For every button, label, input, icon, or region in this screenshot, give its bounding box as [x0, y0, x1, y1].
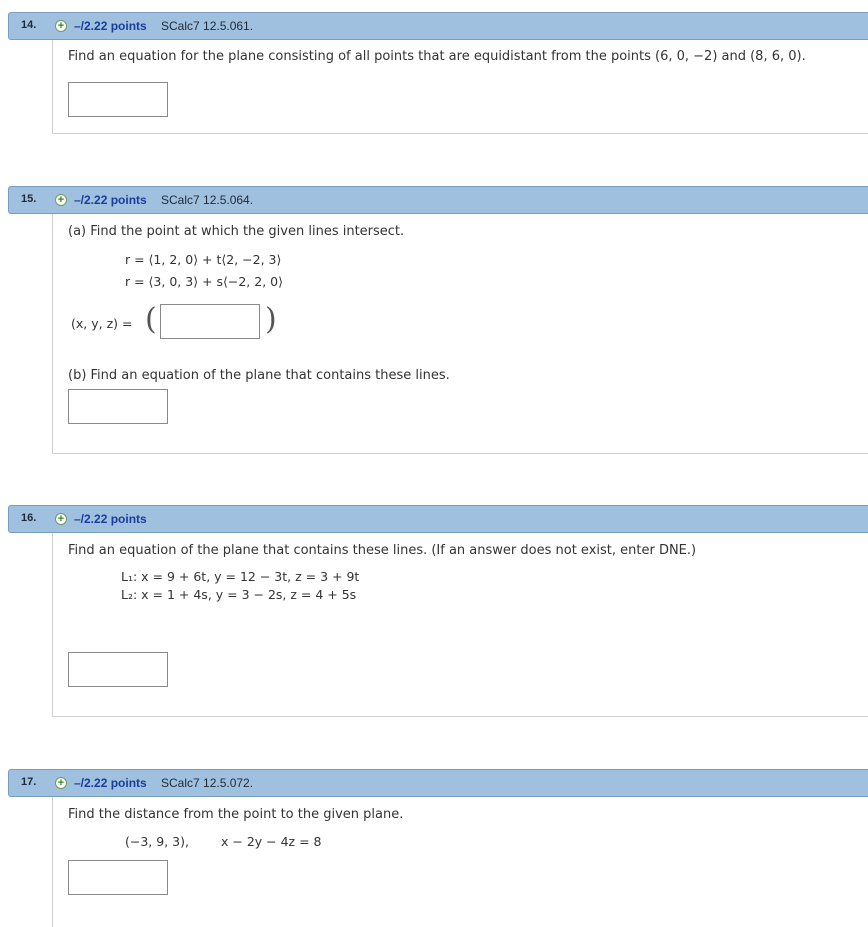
question-header: 15. + –/2.22 points SCalc7 12.5.064.: [8, 186, 868, 214]
points-link[interactable]: –/2.22 points: [74, 193, 147, 207]
question-body: Find an equation for the plane consistin…: [52, 40, 868, 134]
answer-input[interactable]: [68, 82, 168, 117]
part-b-prompt: (b) Find an equation of the plane that c…: [68, 368, 450, 383]
points-link[interactable]: –/2.22 points: [74, 512, 147, 526]
line-1-equation: r = ⟨1, 2, 0⟩ + t⟨2, −2, 3⟩: [125, 252, 282, 267]
given-point: (−3, 9, 3),: [125, 834, 189, 849]
line-2-equation: r = ⟨3, 0, 3⟩ + s⟨−2, 2, 0⟩: [125, 274, 283, 289]
left-paren: (: [145, 302, 157, 337]
question-header: 17. + –/2.22 points SCalc7 12.5.072.: [8, 769, 868, 797]
question-header: 14. + –/2.22 points SCalc7 12.5.061.: [8, 12, 868, 40]
points-link[interactable]: –/2.22 points: [74, 776, 147, 790]
question-number: 15.: [21, 193, 37, 205]
question-header: 16. + –/2.22 points: [8, 505, 868, 533]
points-link[interactable]: –/2.22 points: [74, 19, 147, 33]
question-prompt: Find an equation of the plane that conta…: [68, 543, 697, 558]
plus-circle-icon[interactable]: +: [55, 194, 67, 206]
plus-circle-icon[interactable]: +: [55, 513, 67, 525]
answer-input[interactable]: [68, 652, 168, 687]
plus-circle-icon[interactable]: +: [55, 20, 67, 32]
question-prompt: Find the distance from the point to the …: [68, 807, 404, 822]
question-number: 16.: [21, 512, 37, 524]
question-number: 17.: [21, 776, 37, 788]
right-paren: ): [265, 302, 277, 337]
line-l1-equation: L₁: x = 9 + 6t, y = 12 − 3t, z = 3 + 9t: [121, 569, 360, 584]
question-source: SCalc7 12.5.072.: [161, 776, 254, 790]
answer-input[interactable]: [68, 860, 168, 895]
question-body: Find the distance from the point to the …: [52, 797, 868, 927]
given-plane: x − 2y − 4z = 8: [221, 834, 322, 849]
question-source: SCalc7 12.5.061.: [161, 19, 254, 33]
part-a-prompt: (a) Find the point at which the given li…: [68, 224, 405, 239]
line-l2-equation: L₂: x = 1 + 4s, y = 3 − 2s, z = 4 + 5s: [121, 587, 357, 602]
question-body: Find an equation of the plane that conta…: [52, 533, 868, 717]
plane-answer-input[interactable]: [68, 389, 168, 424]
question-source: SCalc7 12.5.064.: [161, 193, 254, 207]
plus-circle-icon[interactable]: +: [55, 777, 67, 789]
question-body: (a) Find the point at which the given li…: [52, 214, 868, 454]
question-number: 14.: [21, 19, 37, 31]
point-answer-input[interactable]: [160, 304, 260, 339]
xyz-label: (x, y, z) =: [71, 316, 133, 331]
question-prompt: Find an equation for the plane consistin…: [68, 49, 806, 64]
